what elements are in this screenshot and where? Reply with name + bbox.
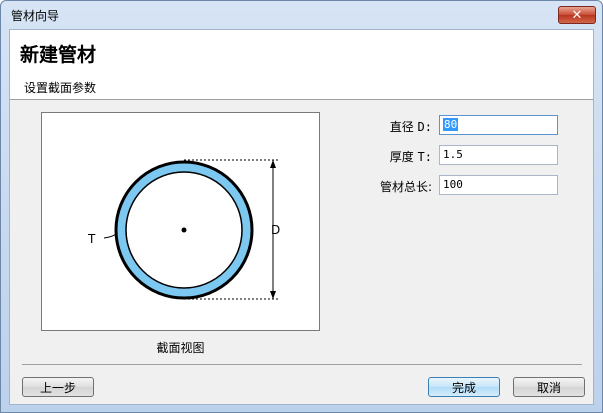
thickness-field-label: 厚度 (389, 150, 414, 164)
thickness-leader (103, 233, 117, 239)
section-label: 设置截面参数 (24, 81, 97, 95)
wizard-window: 管材向导 ✕ 新建管材 设置截面参数 D T 截面视图 直径 D: 80 厚度 … (0, 0, 603, 413)
preview-caption: 截面视图 (156, 341, 205, 355)
close-button[interactable]: ✕ (558, 6, 596, 24)
length-field-label: 管材总长: (379, 180, 432, 194)
title-bar[interactable]: 管材向导 ✕ (1, 1, 602, 29)
thickness-value: 1.5 (443, 148, 463, 161)
length-value: 100 (443, 178, 463, 191)
thickness-input[interactable]: 1.5 (439, 145, 558, 165)
diameter-label-row: 直径 D: (322, 118, 432, 135)
wizard-client-area: 新建管材 设置截面参数 D T 截面视图 直径 D: 80 厚度 T: 1.5 … (9, 29, 594, 405)
thickness-field-symbol: T: (417, 150, 432, 164)
page-title: 新建管材 (20, 44, 97, 66)
diameter-input[interactable]: 80 (439, 115, 558, 135)
finish-button[interactable]: 完成 (428, 377, 500, 397)
footer-divider (22, 364, 582, 365)
dimension-arrow-top (270, 160, 276, 168)
length-input[interactable]: 100 (439, 175, 558, 195)
wizard-header: 新建管材 设置截面参数 (10, 30, 593, 100)
section-preview: D T (41, 112, 320, 331)
cancel-button[interactable]: 取消 (513, 377, 585, 397)
thickness-label: T (87, 232, 96, 246)
thickness-label-row: 厚度 T: (322, 148, 432, 165)
diameter-field-symbol: D: (417, 120, 432, 134)
prev-step-button[interactable]: 上一步 (22, 377, 94, 397)
pipe-section-diagram: D T (87, 159, 280, 300)
diameter-label: D (271, 223, 280, 237)
diameter-field-label: 直径 (389, 120, 414, 134)
diameter-value: 80 (443, 118, 459, 131)
dimension-arrow-bottom (270, 291, 276, 299)
close-icon: ✕ (571, 7, 583, 23)
window-title: 管材向导 (11, 8, 60, 23)
center-point (181, 227, 187, 233)
